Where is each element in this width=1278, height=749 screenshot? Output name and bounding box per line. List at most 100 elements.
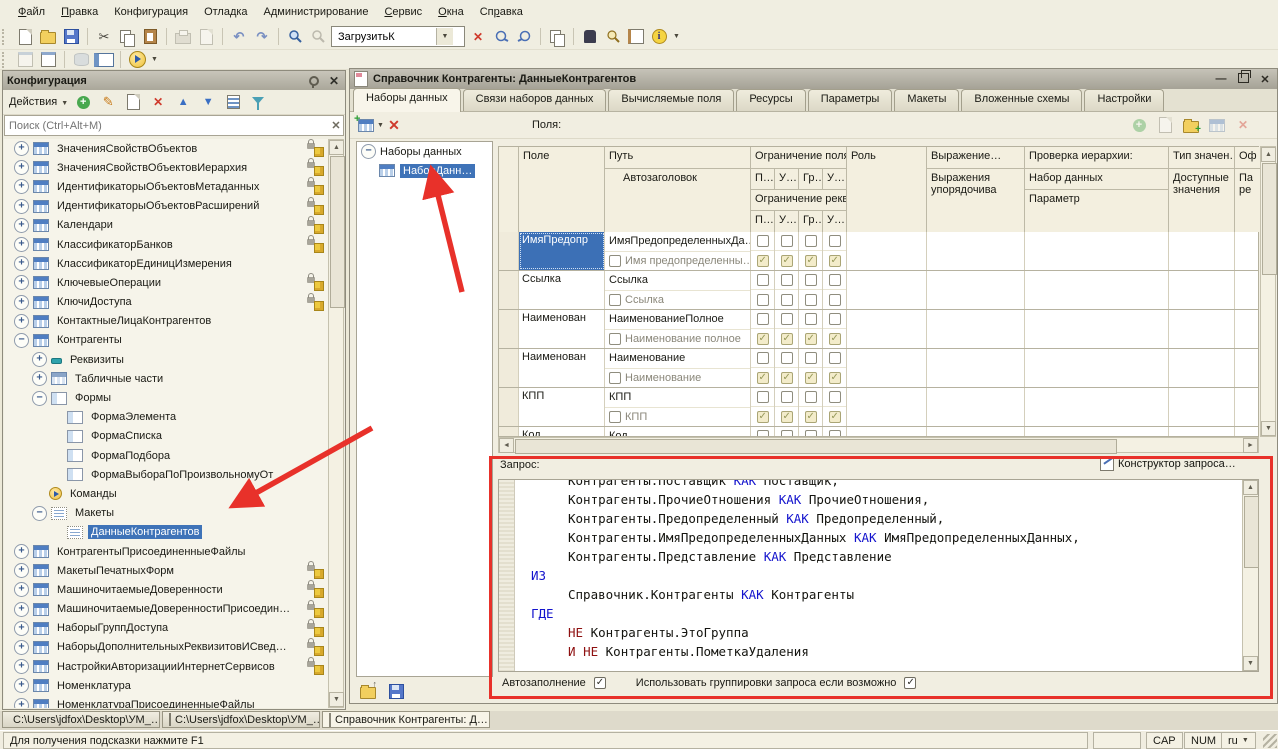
configurator-button[interactable] [580, 27, 600, 47]
cut-button[interactable]: ✂ [94, 27, 114, 47]
restriction-checkbox[interactable] [781, 294, 793, 306]
tree-item-МакетыПечатныхФорм[interactable]: +МакетыПечатныхФорм [4, 561, 328, 580]
tree-item-МашиночитаемыеДоверенности[interactable]: +МашиночитаемыеДоверенности [4, 580, 328, 599]
cell-expr[interactable] [927, 349, 1025, 387]
menu-item-Конфигурация[interactable]: Конфигурация [106, 3, 196, 21]
restriction-checkbox[interactable] [781, 430, 793, 437]
expand-icon[interactable]: + [14, 544, 29, 559]
tree-item-КонтрагентыПрисоединенныеФайлы[interactable]: +КонтрагентыПрисоединенныеФайлы [4, 542, 328, 561]
tree-item-НаборыДополнительныхРеквизитовИСвед…[interactable]: +НаборыДополнительныхРеквизитовИСвед… [4, 638, 328, 657]
tree-item-Номенклатура[interactable]: +Номенклатура [4, 676, 328, 695]
tree-item-КонтактныеЛицаКонтрагентов[interactable]: +КонтактныеЛицаКонтрагентов [4, 312, 328, 331]
col-cb[interactable]: П… [751, 211, 775, 233]
tab-Настройки[interactable]: Настройки [1084, 89, 1164, 111]
editor-titlebar[interactable]: Справочник Контрагенты: ДанныеКонтрагент… [350, 69, 1277, 89]
restriction-checkbox[interactable] [829, 274, 841, 286]
restriction-checkbox[interactable] [805, 255, 817, 267]
fields-hscrollbar[interactable]: ◄ ► [498, 437, 1259, 453]
restriction-checkbox[interactable] [805, 333, 817, 345]
col-autoheader[interactable]: Автозаголовок [605, 169, 751, 233]
restriction-checkbox[interactable] [781, 333, 793, 345]
cell-cb2[interactable] [799, 310, 823, 348]
cell-path[interactable]: КодКод [605, 427, 751, 437]
tab-Наборы данных[interactable]: Наборы данных [353, 88, 461, 112]
tree-item-НоменклатураПрисоединенныеФайлы[interactable]: +НоменклатураПрисоединенныеФайлы [4, 695, 328, 708]
restriction-checkbox[interactable] [781, 411, 793, 423]
restriction-checkbox[interactable] [757, 294, 769, 306]
minimize-icon[interactable]: — [1213, 73, 1229, 85]
tree-item-Макеты[interactable]: −Макеты [4, 504, 328, 523]
cell-role[interactable] [847, 349, 927, 387]
cell-cb2[interactable] [799, 427, 823, 437]
tree-item-Реквизиты[interactable]: +Реквизиты [4, 350, 328, 369]
table-row[interactable]: КППКППКПП [499, 388, 1258, 427]
tree-item-Команды[interactable]: Команды [4, 484, 328, 503]
toolbar-overflow-icon[interactable]: ▼ [673, 33, 680, 40]
cell-field[interactable]: ИмяПредопр [519, 232, 605, 270]
cell-hier[interactable] [1025, 349, 1169, 387]
expand-icon[interactable]: + [14, 602, 29, 617]
restriction-checkbox[interactable] [757, 333, 769, 345]
cell-role[interactable] [847, 232, 927, 270]
cell-cb1[interactable] [775, 427, 799, 437]
col-cb[interactable]: Гр… [799, 169, 823, 190]
global-search-input[interactable] [336, 30, 436, 44]
col-path[interactable]: Путь [605, 147, 751, 169]
cell-last[interactable] [1235, 232, 1259, 270]
restriction-checkbox[interactable] [805, 274, 817, 286]
title-checkbox[interactable] [609, 372, 621, 384]
cell-cb3[interactable] [823, 232, 847, 270]
tab-Параметры[interactable]: Параметры [808, 89, 893, 111]
add-icon[interactable]: + [73, 92, 93, 112]
cell-last[interactable] [1235, 349, 1259, 387]
tree-item-Табличные части[interactable]: +Табличные части [4, 369, 328, 388]
paste-button[interactable] [140, 27, 160, 47]
col-value-type-sub[interactable]: Доступные значения [1169, 169, 1235, 233]
new-document-button[interactable] [15, 27, 35, 47]
restore-icon[interactable] [1235, 73, 1251, 86]
tree-item-КлючевыеОперации[interactable]: +КлючевыеОперации [4, 273, 328, 292]
collapse-icon[interactable]: − [32, 506, 47, 521]
expand-icon[interactable]: + [14, 237, 29, 252]
cell-hier[interactable] [1025, 388, 1169, 426]
menu-item-Окна[interactable]: Окна [430, 3, 472, 21]
restriction-checkbox[interactable] [829, 372, 841, 384]
title-checkbox[interactable] [609, 411, 621, 423]
cell-last[interactable] [1235, 271, 1259, 309]
restriction-checkbox[interactable] [781, 352, 793, 364]
expand-icon[interactable]: + [14, 563, 29, 578]
col-cb[interactable]: У… [775, 169, 799, 190]
cell-expr[interactable] [927, 271, 1025, 309]
col-cb[interactable]: У… [823, 169, 847, 190]
restriction-checkbox[interactable] [829, 411, 841, 423]
close-icon[interactable]: ✕ [1257, 73, 1273, 86]
cell-cb1[interactable] [775, 271, 799, 309]
expand-icon[interactable]: + [32, 371, 47, 386]
print-button[interactable] [173, 27, 193, 47]
delete-icon[interactable]: ✕ [148, 92, 168, 112]
menu-item-Сервис[interactable]: Сервис [376, 3, 430, 21]
expand-icon[interactable]: + [14, 256, 29, 271]
menu-item-Файл[interactable]: Файл [10, 3, 53, 21]
add-dataset-dropdown-icon[interactable]: ▼ [377, 122, 384, 129]
col-hierarchy-param[interactable]: Параметр [1025, 190, 1169, 233]
restriction-checkbox[interactable] [757, 274, 769, 286]
restriction-checkbox[interactable] [829, 391, 841, 403]
col-hierarchy[interactable]: Проверка иерархии: [1025, 147, 1169, 169]
title-checkbox[interactable] [609, 294, 621, 306]
window-tile-button[interactable] [15, 50, 35, 70]
autofill-checkbox[interactable] [594, 677, 606, 689]
move-up-icon[interactable]: ▲ [173, 92, 193, 112]
title-checkbox[interactable] [609, 255, 621, 267]
resize-grip[interactable] [1263, 734, 1277, 748]
tab-Вложенные схемы[interactable]: Вложенные схемы [961, 89, 1082, 111]
cell-field[interactable]: Наименован [519, 310, 605, 348]
dataset-item[interactable]: НаборДанн… [357, 161, 492, 180]
tree-item-ДанныеКонтрагентов[interactable]: ДанныеКонтрагентов [4, 523, 328, 542]
cell-last[interactable] [1235, 427, 1259, 437]
cell-cb1[interactable] [775, 232, 799, 270]
cell-field[interactable]: Код [519, 427, 605, 437]
combobox-dropdown-icon[interactable]: ▼ [436, 28, 453, 45]
tab-Ресурсы[interactable]: Ресурсы [736, 89, 805, 111]
language-selector[interactable]: ru ▼ [1221, 732, 1256, 749]
